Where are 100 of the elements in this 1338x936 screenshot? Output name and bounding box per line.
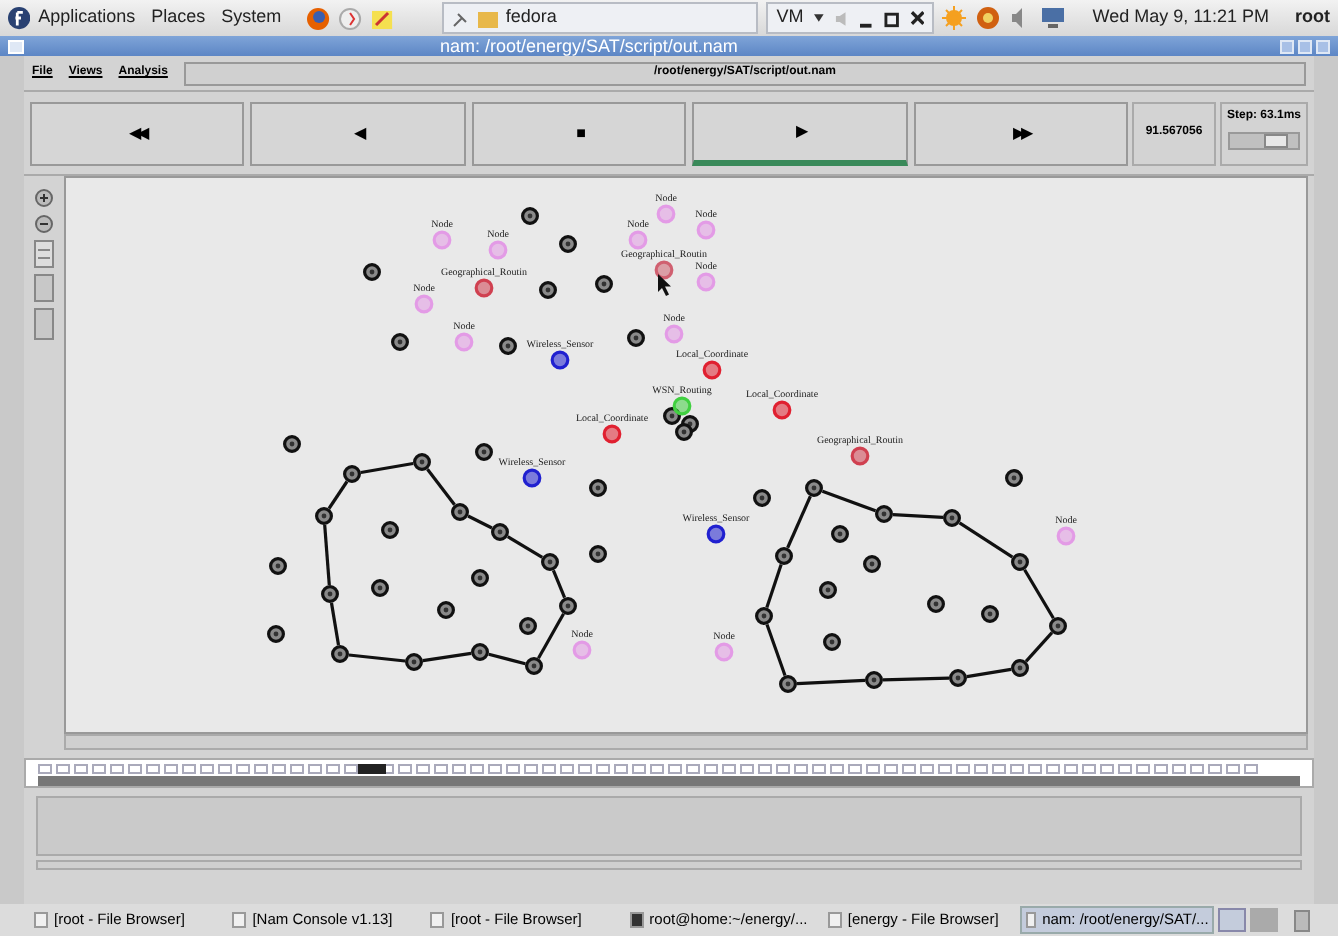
restore-icon[interactable] (883, 9, 900, 27)
note-icon[interactable] (369, 5, 394, 31)
playback-button[interactable]: ▶ (692, 101, 908, 165)
window-button[interactable]: fedora (441, 2, 759, 34)
window-icon (232, 912, 247, 928)
network-node (331, 645, 349, 663)
workspace-button[interactable] (1250, 908, 1279, 932)
network-node (949, 669, 967, 687)
network-node (525, 657, 543, 675)
link-line (958, 521, 1014, 559)
link-line (329, 602, 341, 646)
show-desktop-button[interactable] (1218, 908, 1247, 932)
link-line (348, 653, 406, 663)
network-node (437, 601, 455, 619)
link-line (488, 652, 526, 666)
step-slider[interactable] (1228, 131, 1300, 149)
vm-menu[interactable]: VM (776, 4, 804, 32)
network-node (927, 595, 945, 613)
status-icon[interactable] (976, 6, 1001, 30)
network-node (371, 579, 389, 597)
network-node (753, 489, 771, 507)
network-node (413, 453, 431, 471)
link-line (467, 514, 493, 530)
playback-button[interactable]: ■ (471, 101, 687, 165)
network-node (267, 625, 285, 643)
panel-menu[interactable]: Places (151, 4, 206, 32)
maximize-button[interactable] (1298, 39, 1312, 53)
panel-icon[interactable] (34, 274, 54, 302)
zoom-in-icon[interactable] (34, 188, 54, 208)
slider-thumb[interactable] (1263, 133, 1287, 147)
link-line (765, 623, 787, 677)
network-node (819, 581, 837, 599)
network-node (675, 423, 693, 441)
window-button-label: fedora (505, 4, 557, 31)
link-line (360, 461, 414, 475)
network-node (1011, 553, 1029, 571)
link-line (966, 667, 1012, 679)
network-node (471, 643, 489, 661)
window-menu-icon[interactable] (8, 39, 24, 53)
link-line (506, 535, 544, 559)
network-node (315, 507, 333, 525)
network-node (663, 407, 681, 425)
browser-icon[interactable] (305, 5, 330, 31)
caret-icon[interactable] (813, 14, 824, 22)
network-node (627, 329, 645, 347)
network-node (823, 633, 841, 651)
pin-icon (451, 9, 470, 27)
speaker-icon[interactable] (833, 9, 851, 27)
network-node (559, 597, 577, 615)
logo-icon[interactable] (8, 6, 31, 30)
link-line (765, 564, 783, 608)
network-node (491, 523, 509, 541)
minimize-button[interactable] (1280, 39, 1294, 53)
link-line (821, 489, 877, 513)
network-icon[interactable] (1040, 6, 1067, 30)
horizontal-scrollbar[interactable] (64, 734, 1308, 750)
network-node (589, 479, 607, 497)
playback-button[interactable]: ▶▶ (913, 101, 1129, 165)
cursor-icon (658, 274, 671, 296)
network-node (539, 281, 557, 299)
link-line (796, 678, 866, 686)
link-line (882, 676, 950, 682)
network-node (451, 503, 469, 521)
window-icon (34, 912, 48, 928)
network-node (521, 207, 539, 225)
user-name[interactable]: root (1295, 4, 1330, 32)
network-node (321, 585, 339, 603)
panel-icon[interactable] (34, 308, 54, 340)
network-node (283, 435, 301, 453)
panel-menu[interactable]: Applications (38, 4, 136, 32)
network-node (391, 333, 409, 351)
link-line (422, 651, 472, 663)
zoom-out-icon[interactable] (34, 214, 54, 234)
network-node (519, 617, 537, 635)
network-node (865, 671, 883, 689)
network-node (1049, 617, 1067, 635)
close-button[interactable] (1316, 39, 1330, 53)
network-node (269, 557, 287, 575)
window-icon (827, 912, 842, 928)
time-marker[interactable] (358, 764, 386, 774)
network-node (559, 235, 577, 253)
panel-menu[interactable]: System (221, 4, 282, 32)
close-icon[interactable] (909, 10, 925, 26)
playback-button[interactable]: ◀◀ (30, 101, 245, 165)
network-node (343, 465, 361, 483)
network-node (805, 479, 823, 497)
horizontal-scrollbar[interactable] (36, 860, 1302, 870)
network-node (471, 569, 489, 587)
link-line (1024, 631, 1054, 663)
network-node (863, 555, 881, 573)
clock[interactable]: Wed May 9, 11:21 PM (1092, 4, 1269, 32)
playback-button[interactable]: ◀ (250, 101, 466, 165)
timeline[interactable] (24, 758, 1314, 788)
network-node (381, 521, 399, 539)
window-icon (629, 912, 644, 928)
network-node (595, 275, 613, 293)
network-node (831, 525, 849, 543)
network-node (755, 607, 773, 625)
network-node (779, 675, 797, 693)
window-title: nam: /root/energy/SAT/script/out.nam (440, 36, 738, 56)
